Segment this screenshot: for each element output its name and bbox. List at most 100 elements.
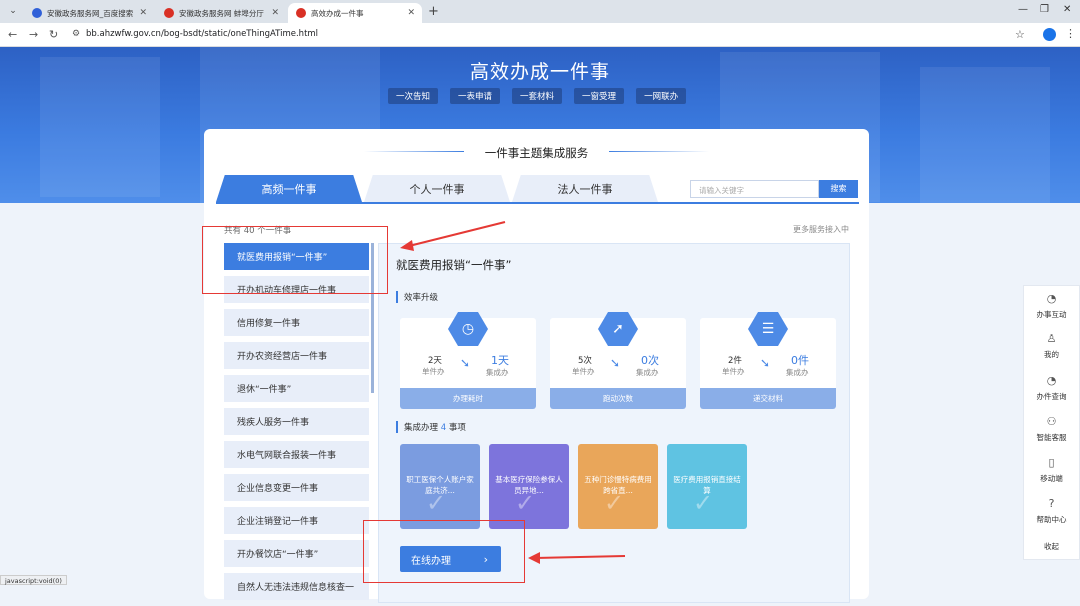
list-item[interactable]: 开办农资经营店一件事 xyxy=(224,342,369,369)
address-bar: ← → ↻ ⚙ bb.ahzwfw.gov.cn/bog-bsdt/static… xyxy=(0,23,1080,47)
query-icon: ◔ xyxy=(1046,374,1057,387)
side-label: 帮助中心 xyxy=(1036,515,1067,524)
list-item[interactable]: 企业注销登记一件事 xyxy=(224,507,369,534)
side-label: 我的 xyxy=(1044,350,1059,359)
list-item[interactable]: 企业信息变更一件事 xyxy=(224,474,369,501)
mobile-icon: ▯ xyxy=(1048,456,1055,469)
more-services-note: 更多服务接入中 xyxy=(793,225,849,234)
side-toolbar: ◔ 办事互动 ♙ 我的 ◔ 办件查询 ⚇ 智能客服 ▯ 移动端 ? 帮助中心 收起 xyxy=(1023,285,1080,560)
integrated-label: 集成办理 4 事项 xyxy=(396,421,466,433)
matter-card[interactable]: 五种门诊慢特病费用跨省直... ✓ xyxy=(578,444,658,529)
side-collapse[interactable]: 收起 xyxy=(1024,541,1079,552)
search-input[interactable]: 请输入关键字 xyxy=(690,180,819,198)
before-value: 2件 xyxy=(728,356,742,366)
slogan: 一表申请 xyxy=(450,88,501,104)
list-item[interactable]: 开办餐饮店“一件事” xyxy=(224,540,369,567)
help-icon: ? xyxy=(1048,497,1055,510)
card-footer: 递交材料 xyxy=(700,388,836,409)
document-icon: ☰ xyxy=(748,312,788,346)
profile-avatar[interactable] xyxy=(1043,28,1056,41)
item-list: 就医费用报销“一件事” 开办机动车修理店一件事 信用修复一件事 开办农资经营店一… xyxy=(224,243,369,606)
section-title: 一件事主题集成服务 xyxy=(484,146,589,160)
efficiency-card-time: ◷ 2天 单件办 ➘ 1天 集成办 办理耗时 xyxy=(400,312,536,409)
side-item-mine[interactable]: ♙ 我的 xyxy=(1024,332,1079,360)
close-window-icon[interactable]: ✕ xyxy=(1063,4,1071,15)
slogan: 一网联办 xyxy=(636,88,687,104)
slogan: 一次告知 xyxy=(388,88,439,104)
browser-tab-bar: ⌄ 安徽政务服务网_百度搜索 ✕ 安徽政务服务网 蚌埠分厅 ✕ 高效办成一件事 … xyxy=(0,0,1080,23)
clock-icon: ◷ xyxy=(448,312,488,346)
arrow-down-icon: ➘ xyxy=(610,356,621,370)
status-bar: javascript:void(0) xyxy=(0,575,67,585)
matter-card[interactable]: 职工医保个人账户家庭共济... ✓ xyxy=(400,444,480,529)
close-tab-icon[interactable]: ✕ xyxy=(139,8,147,18)
chat-icon: ◔ xyxy=(1046,292,1057,305)
annotation-box xyxy=(363,520,525,583)
browser-tab-baidu[interactable]: 安徽政务服务网_百度搜索 ✕ xyxy=(24,3,154,23)
close-tab-icon[interactable]: ✕ xyxy=(271,8,279,18)
browser-tab-active[interactable]: 高效办成一件事 ✕ xyxy=(288,3,422,23)
tab-search-icon[interactable]: ⌄ xyxy=(6,4,20,18)
page-title: 高效办成一件事 xyxy=(469,61,610,83)
after-label: 集成办 xyxy=(486,368,509,377)
side-item-mobile[interactable]: ▯ 移动端 xyxy=(1024,456,1079,484)
forward-icon[interactable]: → xyxy=(29,28,38,41)
matter-card[interactable]: 基本医疗保险参保人员异地... ✓ xyxy=(489,444,569,529)
tab-title: 高效办成一件事 xyxy=(311,8,364,18)
minimize-icon[interactable]: — xyxy=(1018,4,1028,15)
tab-personal[interactable]: 个人一件事 xyxy=(364,175,510,202)
detail-title: 就医费用报销“一件事” xyxy=(396,258,512,272)
list-item[interactable]: 自然人无违法违规信息核查一 xyxy=(224,573,369,600)
side-label: 办事互动 xyxy=(1036,310,1067,319)
efficiency-label: 效率升级 xyxy=(396,291,438,303)
integrated-count: 4 xyxy=(440,423,447,433)
bookmark-star-icon[interactable]: ☆ xyxy=(1015,28,1025,41)
slogan: 一窗受理 xyxy=(574,88,625,104)
runner-icon: ➚ xyxy=(598,312,638,346)
after-value: 0件 xyxy=(791,354,809,367)
back-icon[interactable]: ← xyxy=(8,28,17,41)
browser-tab-bengbu[interactable]: 安徽政务服务网 蚌埠分厅 ✕ xyxy=(156,3,286,23)
reload-icon[interactable]: ↻ xyxy=(49,28,58,41)
site-info-icon[interactable]: ⚙ xyxy=(72,29,80,39)
side-label: 办件查询 xyxy=(1036,392,1067,401)
list-item[interactable]: 残疾人服务一件事 xyxy=(224,408,369,435)
gov-favicon-icon xyxy=(296,8,306,18)
side-item-interaction[interactable]: ◔ 办事互动 xyxy=(1024,292,1079,320)
url-field[interactable]: bb.ahzwfw.gov.cn/bog-bsdt/static/oneThin… xyxy=(86,29,318,39)
user-icon: ♙ xyxy=(1046,332,1057,345)
tab-legal-person[interactable]: 法人一件事 xyxy=(512,175,658,202)
list-item[interactable]: 信用修复一件事 xyxy=(224,309,369,336)
after-label: 集成办 xyxy=(636,368,659,377)
annotation-box xyxy=(202,226,388,294)
before-label: 单件办 xyxy=(572,367,595,376)
after-label: 集成办 xyxy=(786,368,809,377)
close-tab-icon[interactable]: ✕ xyxy=(407,8,415,18)
matter-card[interactable]: 医疗费用报销直接结算 ✓ xyxy=(667,444,747,529)
check-icon: ✓ xyxy=(604,489,625,517)
slogan-row: 一次告知 一表申请 一套材料 一窗受理 一网联办 xyxy=(388,88,687,104)
side-item-query[interactable]: ◔ 办件查询 xyxy=(1024,374,1079,402)
service-card: 一件事主题集成服务 高频一件事 个人一件事 法人一件事 请输入关键字 搜索 共有… xyxy=(204,129,869,603)
new-tab-icon[interactable]: + xyxy=(428,4,439,19)
side-label: 智能客服 xyxy=(1036,433,1067,442)
before-value: 2天 xyxy=(428,356,442,366)
list-item[interactable]: 退休“一件事” xyxy=(224,375,369,402)
before-label: 单件办 xyxy=(422,367,445,376)
arrow-down-icon: ➘ xyxy=(460,356,471,370)
tab-high-frequency[interactable]: 高频一件事 xyxy=(216,175,362,202)
tab-title: 安徽政务服务网 蚌埠分厅 xyxy=(179,8,264,18)
efficiency-card-trips: ➚ 5次 单件办 ➘ 0次 集成办 跑动次数 xyxy=(550,312,686,409)
list-item[interactable]: 水电气网联合报装一件事 xyxy=(224,441,369,468)
integrated-prefix: 集成办理 xyxy=(404,423,439,433)
side-item-service[interactable]: ⚇ 智能客服 xyxy=(1024,415,1079,443)
restore-icon[interactable]: ❐ xyxy=(1040,4,1049,15)
card-footer: 跑动次数 xyxy=(550,388,686,409)
before-value: 5次 xyxy=(578,356,592,366)
efficiency-card-materials: ☰ 2件 单件办 ➘ 0件 集成办 递交材料 xyxy=(700,312,836,409)
side-item-help[interactable]: ? 帮助中心 xyxy=(1024,497,1079,525)
menu-kebab-icon[interactable]: ⋮ xyxy=(1065,27,1076,40)
card-footer: 办理耗时 xyxy=(400,388,536,409)
baidu-favicon-icon xyxy=(32,8,42,18)
search-button[interactable]: 搜索 xyxy=(819,180,858,198)
